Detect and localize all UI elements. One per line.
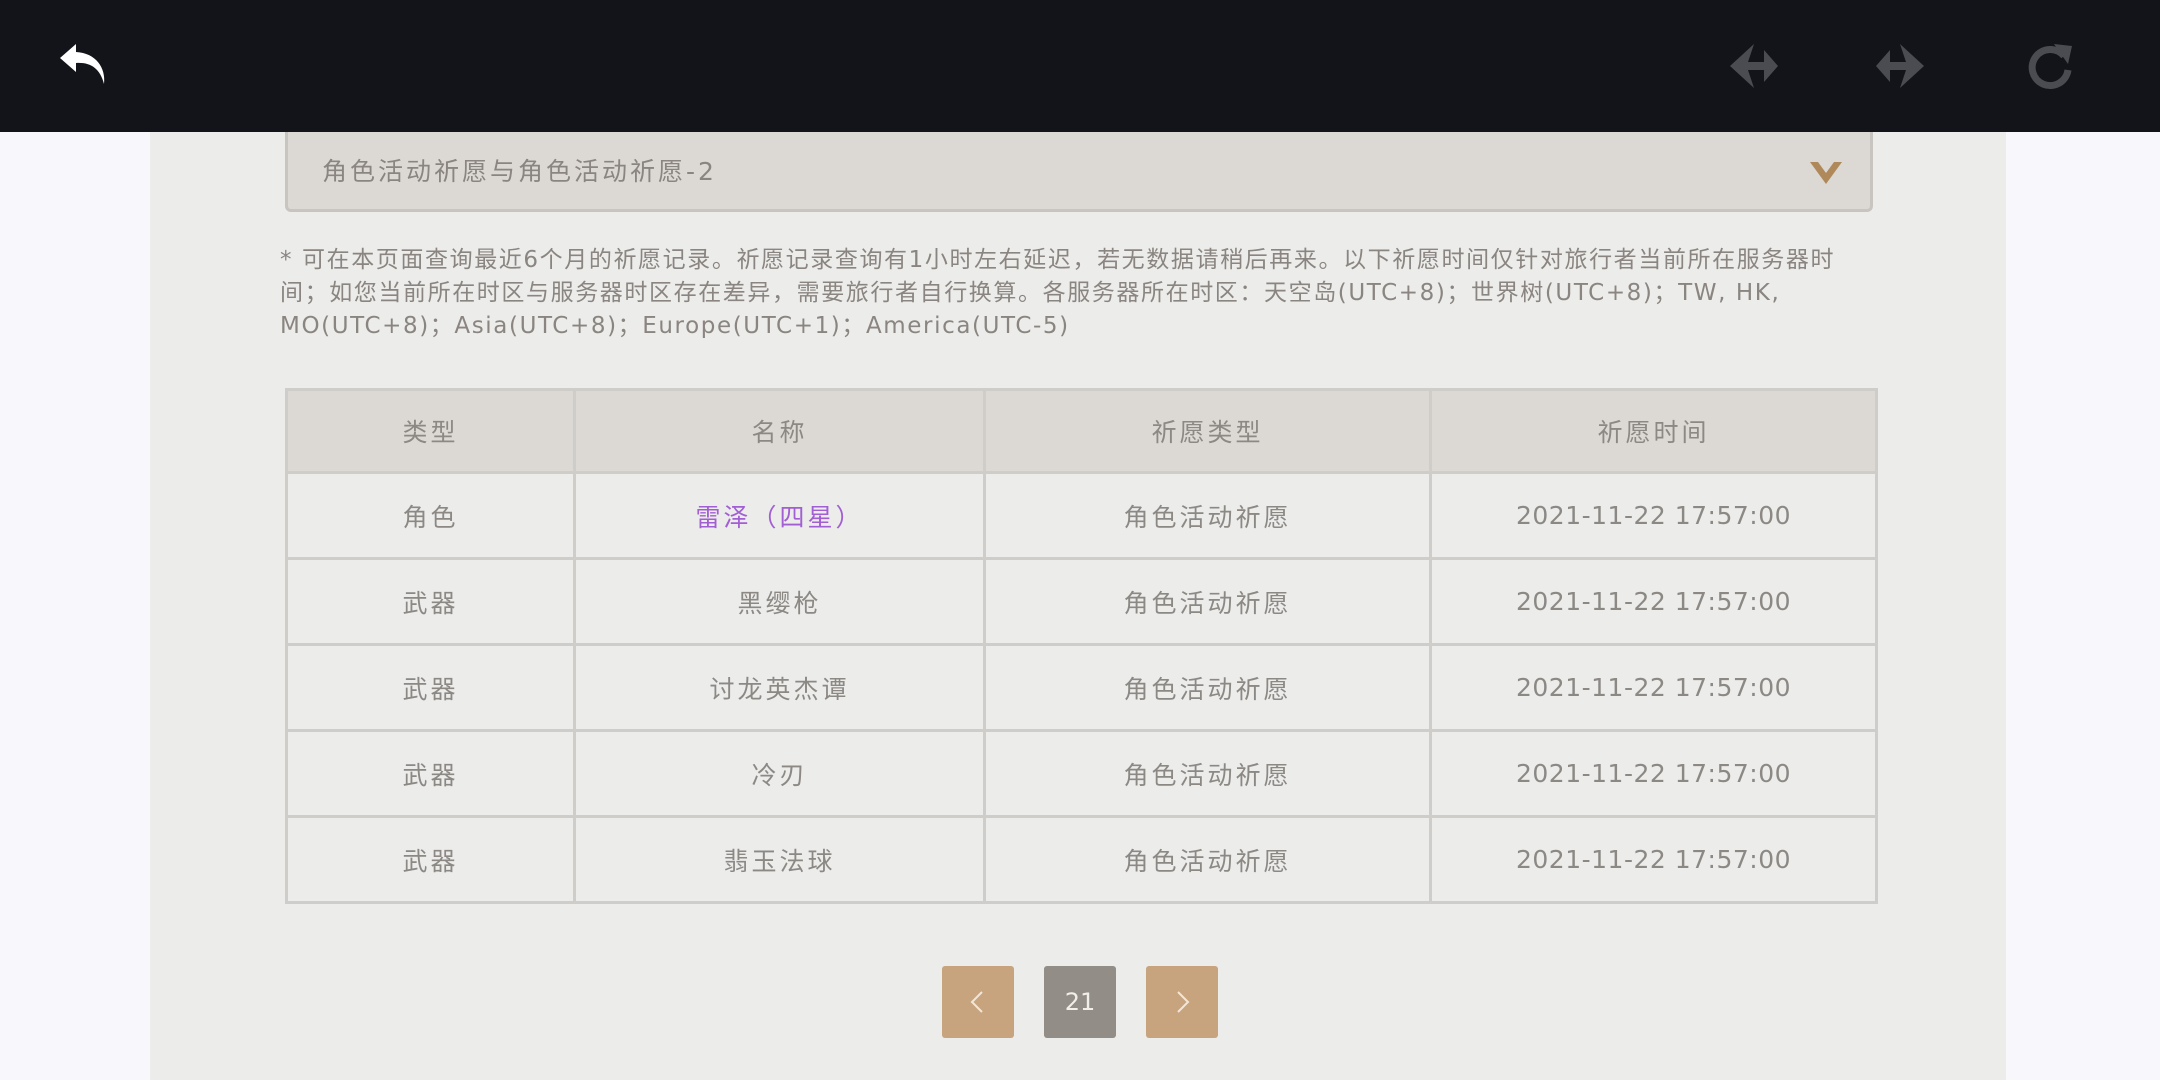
chevron-left-icon xyxy=(970,991,983,1013)
back-button[interactable] xyxy=(54,36,114,96)
next-page-button[interactable] xyxy=(1146,966,1218,1038)
top-bar xyxy=(0,0,2160,132)
current-page-indicator[interactable]: 21 xyxy=(1044,966,1116,1038)
table-row: 武器 翡玉法球 角色活动祈愿 2021-11-22 17:57:00 xyxy=(285,815,1878,904)
triangle-dropdown-icon xyxy=(1810,162,1842,184)
cell-name: 讨龙英杰谭 xyxy=(573,643,986,732)
cell-wish-type: 角色活动祈愿 xyxy=(983,643,1432,732)
header-wish-time: 祈愿时间 xyxy=(1429,388,1878,474)
cell-time: 2021-11-22 17:57:00 xyxy=(1429,729,1878,818)
cell-time: 2021-11-22 17:57:00 xyxy=(1429,643,1878,732)
chevron-right-icon xyxy=(1177,991,1190,1013)
wish-type-dropdown[interactable]: 角色活动祈愿与角色活动祈愿-2 xyxy=(285,130,1873,212)
cell-wish-type: 角色活动祈愿 xyxy=(983,729,1432,818)
cell-time: 2021-11-22 17:57:00 xyxy=(1429,815,1878,904)
cell-type: 武器 xyxy=(285,557,576,646)
cell-name: 翡玉法球 xyxy=(573,815,986,904)
prev-record-button[interactable] xyxy=(1724,36,1784,96)
diamond-arrow-right-icon xyxy=(1876,44,1924,88)
back-arrow-icon xyxy=(60,44,105,84)
prev-page-button[interactable] xyxy=(942,966,1014,1038)
cell-type: 角色 xyxy=(285,471,576,560)
diamond-arrow-left-icon xyxy=(1730,44,1778,88)
header-type: 类型 xyxy=(285,388,576,474)
query-notice: * 可在本页面查询最近6个月的祈愿记录。祈愿记录查询有1小时左右延迟，若无数据请… xyxy=(280,247,1836,339)
table-header-row: 类型 名称 祈愿类型 祈愿时间 xyxy=(285,388,1878,474)
dropdown-selected-value: 角色活动祈愿与角色活动祈愿-2 xyxy=(322,157,717,186)
table-row: 武器 冷刃 角色活动祈愿 2021-11-22 17:57:00 xyxy=(285,729,1878,818)
cell-name: 黑缨枪 xyxy=(573,557,986,646)
cell-name: 雷泽（四星） xyxy=(573,471,986,560)
cell-time: 2021-11-22 17:57:00 xyxy=(1429,471,1878,560)
cell-type: 武器 xyxy=(285,643,576,732)
next-record-button[interactable] xyxy=(1870,36,1930,96)
refresh-button[interactable] xyxy=(2020,36,2080,96)
cell-name: 冷刃 xyxy=(573,729,986,818)
cell-wish-type: 角色活动祈愿 xyxy=(983,557,1432,646)
header-name: 名称 xyxy=(573,388,986,474)
cell-wish-type: 角色活动祈愿 xyxy=(983,815,1432,904)
table-row: 武器 讨龙英杰谭 角色活动祈愿 2021-11-22 17:57:00 xyxy=(285,643,1878,732)
refresh-icon xyxy=(2028,44,2072,89)
cell-time: 2021-11-22 17:57:00 xyxy=(1429,557,1878,646)
table-row: 武器 黑缨枪 角色活动祈愿 2021-11-22 17:57:00 xyxy=(285,557,1878,646)
cell-type: 武器 xyxy=(285,815,576,904)
cell-wish-type: 角色活动祈愿 xyxy=(983,471,1432,560)
header-wish-type: 祈愿类型 xyxy=(983,388,1432,474)
wish-record-table: 类型 名称 祈愿类型 祈愿时间 角色 雷泽（四星） 角色活动祈愿 2021-11… xyxy=(285,388,1878,904)
cell-type: 武器 xyxy=(285,729,576,818)
table-row: 角色 雷泽（四星） 角色活动祈愿 2021-11-22 17:57:00 xyxy=(285,471,1878,560)
